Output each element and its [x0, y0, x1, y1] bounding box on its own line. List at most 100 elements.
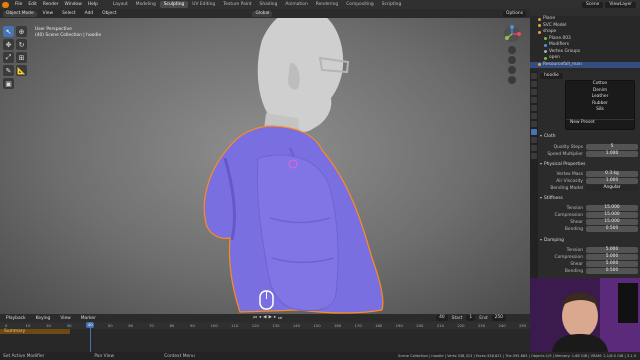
tab-layout[interactable]: Layout — [109, 1, 132, 8]
timeline-tick-label: 70 — [148, 323, 154, 328]
jump-start-icon[interactable]: ⏮ — [253, 315, 257, 321]
render-tab-icon[interactable] — [531, 81, 537, 87]
damping-shear-field[interactable]: 5.000 — [586, 261, 638, 267]
stiffness-shear-row: Shear 15.000 — [540, 219, 638, 225]
next-key-icon[interactable]: ▸ — [274, 315, 276, 321]
damping-compression-field[interactable]: 5.000 — [586, 254, 638, 260]
playback-controls: ⏮ ◂ ◀ ▶ ▸ ⏭ — [253, 315, 282, 321]
frame-ruler[interactable]: 0 10 20 30 40 50 60 70 80 90 100 110 120 130 140 150 160… — [0, 322, 530, 329]
orientation-dropdown[interactable]: Global — [252, 10, 273, 17]
stiffness-shear-field[interactable]: 15.000 — [586, 219, 638, 225]
vertex-mass-row: Vertex Mass 0.3 kg — [540, 171, 638, 177]
scene-tab-icon[interactable] — [531, 97, 537, 103]
current-frame-field[interactable]: 40 — [436, 315, 448, 321]
timeline-tick-label: 140 — [292, 323, 301, 328]
menu-edit[interactable]: Edit — [25, 2, 40, 7]
status-hint-left: Set Active Modifier — [3, 353, 45, 359]
tab-sculpting[interactable]: Sculpting — [159, 1, 189, 8]
timeline-tick-label: 80 — [169, 323, 175, 328]
world-tab-icon[interactable] — [531, 105, 537, 111]
damping-panel-header[interactable]: Damping — [540, 237, 638, 244]
mesh-icon — [544, 37, 547, 41]
menu-view[interactable]: View — [40, 11, 56, 16]
menu-help[interactable]: Help — [85, 2, 101, 7]
damping-bending-field[interactable]: 0.500 — [586, 268, 638, 274]
damping-tension-field[interactable]: 5.000 — [586, 247, 638, 253]
mode-dropdown[interactable]: Object Mode — [3, 10, 37, 17]
damping-tension-row: Tension 5.000 — [540, 247, 638, 253]
constraints-tab-icon[interactable] — [531, 137, 537, 143]
scene-field[interactable]: Scene — [581, 1, 604, 8]
tab-rendering[interactable]: Rendering — [312, 1, 342, 8]
vertex-mass-field[interactable]: 0.3 kg — [586, 171, 638, 177]
menu-select[interactable]: Select — [59, 11, 79, 16]
jump-end-icon[interactable]: ⏭ — [278, 315, 282, 321]
stiffness-panel-header[interactable]: Stiffness — [540, 195, 638, 202]
menu-keying[interactable]: Keying — [33, 316, 54, 321]
bending-model-dropdown[interactable]: Angular — [586, 185, 638, 191]
speed-multiplier-field[interactable]: 1.000 — [586, 151, 638, 157]
tab-texture-paint[interactable]: Texture Paint — [219, 1, 255, 8]
properties-header: hoodie — [540, 73, 638, 79]
physical-properties-header[interactable]: Physical Properties — [540, 161, 638, 168]
3d-viewport[interactable]: User Perspective (40) Scene Collection |… — [0, 18, 530, 314]
air-viscosity-field[interactable]: 1.000 — [586, 178, 638, 184]
character-model[interactable] — [0, 18, 530, 314]
timeline-tick-label: 90 — [190, 323, 195, 328]
damping-shear-row: Shear 5.000 — [540, 261, 638, 267]
tab-scripting[interactable]: Scripting — [378, 1, 406, 8]
stiffness-compression-row: Compression 15.000 — [540, 212, 638, 218]
new-preset-button[interactable]: New Preset — [566, 118, 634, 126]
menu-marker[interactable]: Marker — [78, 316, 99, 321]
object-name-field[interactable]: hoodie — [540, 73, 563, 79]
blender-logo-icon[interactable] — [2, 1, 9, 8]
view-layer-field[interactable]: ViewLayer — [605, 1, 636, 8]
start-frame-field[interactable]: 1 — [466, 315, 476, 321]
tab-animation[interactable]: Animation — [281, 1, 311, 8]
outliner-row-selected[interactable]: Resourcefall_man — [530, 61, 640, 68]
wrench-icon — [544, 43, 547, 47]
tab-shading[interactable]: Shading — [256, 1, 282, 8]
object-tab-icon[interactable] — [531, 113, 537, 119]
output-tab-icon[interactable] — [531, 89, 537, 95]
stiffness-compression-field[interactable]: 15.000 — [586, 212, 638, 218]
end-frame-field[interactable]: 250 — [491, 315, 506, 321]
play-reverse-icon[interactable]: ◀ — [263, 315, 266, 321]
material-tab-icon[interactable] — [531, 153, 537, 159]
menu-window[interactable]: Window — [62, 2, 85, 7]
cloth-panel-header[interactable]: Cloth — [540, 133, 638, 140]
summary-channel[interactable]: Summary — [0, 329, 70, 334]
play-icon[interactable]: ▶ — [269, 315, 272, 321]
menu-object[interactable]: Object — [99, 11, 119, 16]
timeline[interactable]: 0 10 20 30 40 50 60 70 80 90 100 110 120 130 140 150 160… — [0, 322, 530, 352]
quality-steps-field[interactable]: 5 — [586, 144, 638, 150]
menu-playback[interactable]: Playback — [3, 316, 29, 321]
mesh-icon — [544, 56, 547, 60]
presenter-video — [530, 278, 640, 352]
tool-tab-icon[interactable] — [531, 73, 537, 79]
physics-tab-icon[interactable] — [531, 129, 537, 135]
timeline-tick-label: 20 — [46, 323, 51, 328]
status-hint-right: Context Menu — [164, 353, 195, 359]
tab-modeling[interactable]: Modeling — [132, 1, 160, 8]
stiffness-tension-field[interactable]: 15.000 — [586, 205, 638, 211]
menu-file[interactable]: File — [12, 2, 25, 7]
damping-bending-row: Bending 0.500 — [540, 268, 638, 274]
options-dropdown[interactable]: Options — [503, 10, 526, 17]
menu-timeline-view[interactable]: View — [57, 316, 73, 321]
stiffness-bending-field[interactable]: 0.500 — [586, 226, 638, 232]
timeline-tick-label: 110 — [231, 323, 239, 328]
playhead[interactable]: 40 — [86, 322, 95, 328]
tab-uv-editing[interactable]: UV Editing — [188, 1, 219, 8]
tab-compositing[interactable]: Compositing — [342, 1, 378, 8]
menu-render[interactable]: Render — [40, 2, 62, 7]
speed-multiplier-row: Speed Multiplier 1.000 — [540, 151, 638, 157]
modifier-tab-icon[interactable] — [531, 121, 537, 127]
zoom-icon — [508, 46, 516, 54]
pan-icon — [508, 56, 516, 64]
menu-add[interactable]: Add — [82, 11, 97, 16]
data-tab-icon[interactable] — [531, 145, 537, 151]
navigation-gizmo[interactable] — [500, 24, 524, 84]
prev-key-icon[interactable]: ◂ — [259, 315, 261, 321]
preset-silk[interactable]: Silk — [566, 107, 634, 114]
